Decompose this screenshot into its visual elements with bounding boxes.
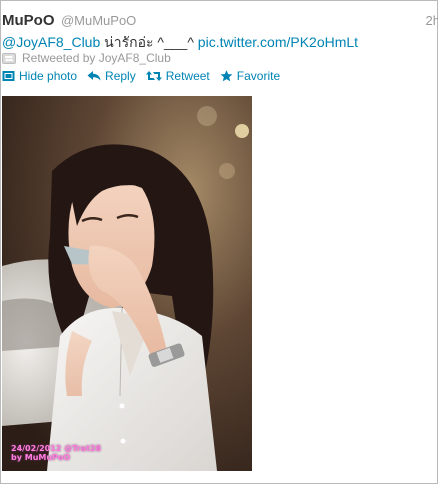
favorite-button[interactable]: Favorite [220,69,280,83]
photo-icon [2,71,15,81]
retweet-box-icon [2,52,16,64]
tweet-actions: Hide photo Reply Retweet Favorite [2,69,290,83]
reply-label: Reply [105,69,136,83]
tweet-body-text: น่ารักอ่ะ ^___^ [100,34,198,50]
reply-button[interactable]: Reply [87,69,136,83]
retweet-label: Retweet [165,69,210,83]
photo-link[interactable]: pic.twitter.com/PK2oHmLt [198,34,358,50]
hide-photo-button[interactable]: Hide photo [2,69,77,83]
photo-image [2,96,252,471]
tweet-timestamp[interactable]: 2h [426,13,438,28]
reply-arrow-icon [87,71,101,81]
photo-watermark: 24/02/2012 @Trat28 by MuMuPoO [11,444,101,462]
photo-watermark-line2: by MuMuPoO [11,453,71,462]
display-name[interactable]: MuPoO [2,12,55,29]
retweet-icon [145,71,162,81]
favorite-label: Favorite [236,69,281,83]
retweet-button[interactable]: Retweet [145,69,210,83]
username[interactable]: @MuMuPoO [61,13,136,28]
star-icon [220,70,233,82]
tweet-header: MuPoO @MuMuPoO [2,12,136,32]
retweeted-by-line: Retweeted by JoyAF8_Club [2,51,171,65]
photo-watermark-line1: 24/02/2012 @Trat28 [11,444,102,453]
hide-photo-label: Hide photo [19,69,78,83]
mention-link[interactable]: @JoyAF8_Club [2,34,100,50]
tweet-photo[interactable]: 24/02/2012 @Trat28 by MuMuPoO [2,96,252,471]
retweeted-by-text: Retweeted by JoyAF8_Club [22,51,171,65]
